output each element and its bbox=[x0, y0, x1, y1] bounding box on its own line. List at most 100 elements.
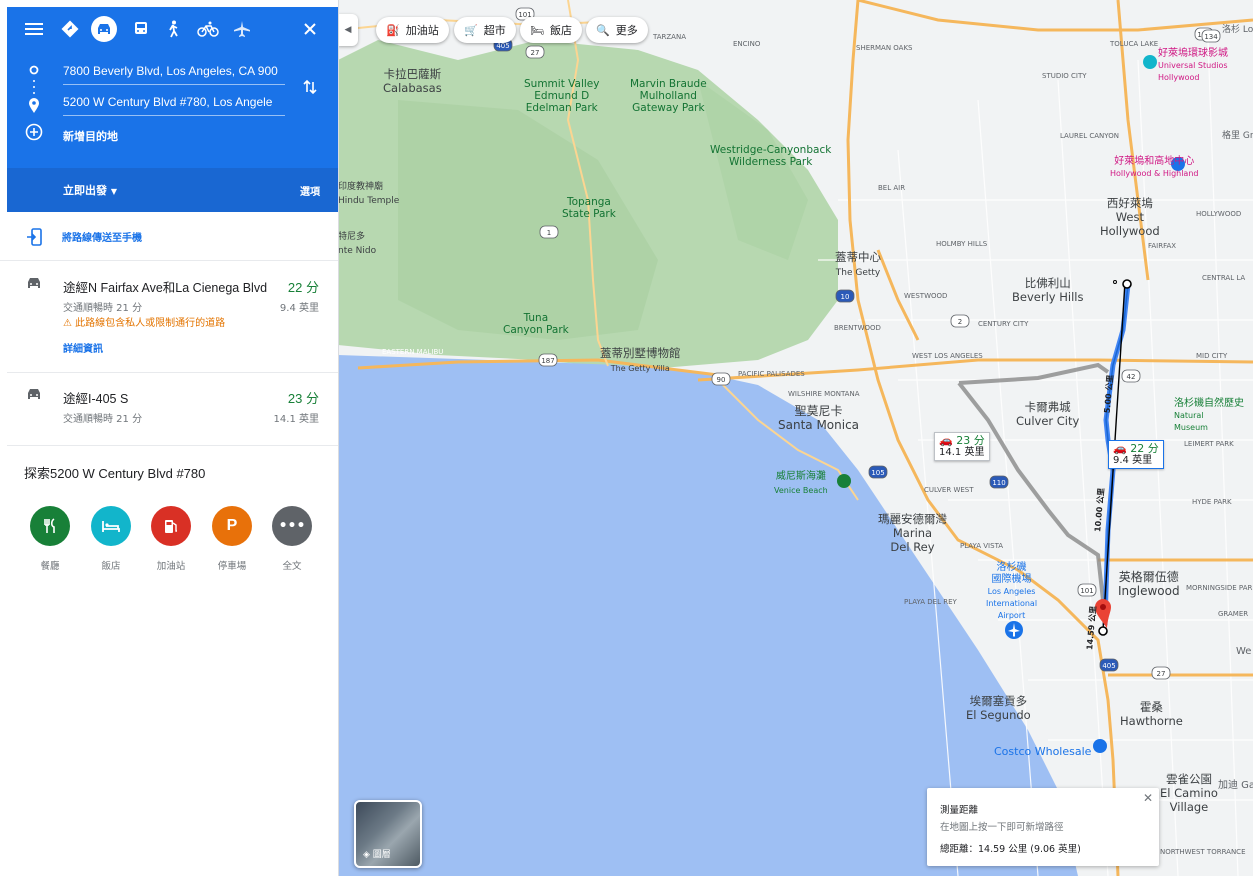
route-option-2[interactable]: 途經I-405 S 23 分 交通順暢時 21 分 14.1 英里 bbox=[7, 373, 338, 446]
chip-hotels[interactable]: 🛏 飯店 bbox=[520, 17, 582, 43]
map-label: 好萊塢和高地中心 Hollywood & Highland bbox=[1110, 156, 1199, 178]
route-details-link[interactable]: 詳細資訊 bbox=[63, 340, 103, 355]
send-to-phone-icon bbox=[27, 228, 42, 246]
map-label: HYDE PARK bbox=[1192, 498, 1232, 506]
map-label: EASTERN MALIBU bbox=[382, 348, 444, 356]
hotel-icon: 🛏 bbox=[530, 23, 544, 37]
route-distance: 14.1 英里 bbox=[273, 414, 319, 425]
maps-app: 7800 Beverly Blvd, Los Angeles, CA 900 5… bbox=[0, 0, 1253, 876]
leave-now-dropdown[interactable]: 立即出發 ▼ bbox=[63, 182, 117, 198]
map-label: 加迪 Gard bbox=[1218, 780, 1253, 791]
swap-icon[interactable] bbox=[303, 79, 317, 95]
explore-label: 飯店 bbox=[101, 561, 121, 572]
map-label: LAUREL CANYON bbox=[1060, 132, 1119, 140]
options-button[interactable]: 選項 bbox=[300, 183, 320, 198]
route-distance: 9.4 英里 bbox=[279, 303, 319, 314]
send-to-phone-row[interactable]: 將路線傳送至手機 bbox=[0, 212, 338, 261]
map-label: Marvin Braude Mulholland Gateway Park bbox=[630, 78, 707, 114]
highway-shield: 27 bbox=[1151, 666, 1171, 680]
map-label: 特尼多 nte Nido bbox=[338, 232, 377, 256]
chip-label: 飯店 bbox=[549, 24, 572, 37]
add-destination-link[interactable]: 新增目的地 bbox=[63, 128, 118, 144]
explore-gas-button[interactable]: 加油站 bbox=[151, 506, 191, 572]
route-time: 22 分 bbox=[287, 280, 319, 295]
callout-time: 23 分 bbox=[956, 434, 985, 447]
map-label: 卡爾弗城 Culver City bbox=[1016, 400, 1080, 428]
map-label: 英格爾伍德 Inglewood bbox=[1118, 570, 1180, 598]
map-label: BEL AIR bbox=[878, 184, 906, 192]
map-label: NORTHWEST TORRANCE bbox=[1160, 848, 1246, 856]
explore-title: 探索5200 W Century Blvd #780 bbox=[24, 466, 206, 481]
highway-shield: 405 bbox=[1099, 658, 1119, 672]
directions-panel: 7800 Beverly Blvd, Los Angeles, CA 900 5… bbox=[0, 0, 339, 876]
route-callout-alt[interactable]: 🚗 23 分 14.1 英里 bbox=[934, 432, 990, 461]
transit-icon[interactable] bbox=[128, 16, 154, 42]
map-label: Topanga State Park bbox=[562, 196, 616, 220]
highway-shield-label: 27 bbox=[1157, 670, 1166, 678]
map-label: 洛杉 Los bbox=[1222, 25, 1253, 35]
map-label: TOLUCA LAKE bbox=[1110, 40, 1159, 48]
add-destination-icon[interactable] bbox=[25, 123, 43, 141]
flight-icon[interactable] bbox=[229, 16, 255, 42]
highway-shield-label: 27 bbox=[531, 49, 540, 57]
close-icon[interactable]: ✕ bbox=[1143, 791, 1153, 805]
highway-shield: 10 bbox=[835, 289, 855, 303]
highway-shield: 90 bbox=[711, 372, 731, 386]
map-label: 卡拉巴薩斯 Calabasas bbox=[383, 67, 442, 95]
map-label: 威尼斯海灘 Venice Beach bbox=[774, 471, 828, 495]
map-canvas[interactable]: 101405271341102187904210511010140527134 … bbox=[338, 0, 1253, 876]
explore-restaurants-button[interactable]: 餐廳 bbox=[30, 506, 70, 572]
map-label: HOLMBY HILLS bbox=[936, 240, 988, 248]
map-label: FAIRFAX bbox=[1148, 242, 1177, 250]
chip-supermarkets[interactable]: 🛒 超市 bbox=[454, 17, 516, 43]
map-label: 印度教神廟 Hindu Temple bbox=[338, 182, 400, 206]
map-label: 蓋蒂中心 The Getty bbox=[835, 250, 881, 278]
more-icon: ••• bbox=[272, 506, 312, 546]
explore-hotels-button[interactable]: 飯店 bbox=[91, 506, 131, 572]
route-option-1[interactable]: 途經N Fairfax Ave和La Cienega Blvd 22 分 交通順… bbox=[7, 262, 338, 373]
highway-shield: 187 bbox=[538, 353, 558, 367]
highway-shield-label: 90 bbox=[717, 376, 726, 384]
map-label: 霍桑 Hawthorne bbox=[1120, 700, 1183, 728]
route-title: 途經N Fairfax Ave和La Cienega Blvd bbox=[63, 281, 268, 295]
map-label: TARZANA bbox=[653, 33, 686, 41]
walking-icon[interactable] bbox=[160, 16, 186, 42]
map-label: WEST LOS ANGELES bbox=[912, 352, 983, 360]
driving-icon[interactable] bbox=[91, 16, 117, 42]
layers-button[interactable]: ◈ 圖層 bbox=[354, 800, 422, 868]
route-callout-main[interactable]: 🚗 22 分 9.4 英里 bbox=[1108, 440, 1164, 469]
highway-shield-label: 105 bbox=[871, 469, 884, 477]
waypoint-icons bbox=[29, 65, 39, 113]
measure-title: 測量距離 bbox=[940, 805, 979, 816]
explore-label: 加油站 bbox=[156, 561, 186, 572]
car-icon bbox=[28, 278, 40, 288]
map-label: PLAYA VISTA bbox=[960, 542, 1004, 550]
map-label: 蓋蒂別墅博物館 The Getty Villa bbox=[600, 346, 681, 373]
explore-label: 全文 bbox=[282, 561, 302, 572]
chip-more[interactable]: 🔍 更多 bbox=[586, 17, 648, 43]
collapse-panel-button[interactable]: ◀ bbox=[338, 14, 358, 46]
layers-label: 圖層 bbox=[372, 850, 391, 860]
gas-station-icon: ⛽ bbox=[386, 23, 400, 37]
explore-label: 停車場 bbox=[217, 561, 247, 572]
map-label: Westridge-Canyonback Wilderness Park bbox=[710, 144, 832, 168]
explore-more-button[interactable]: ••• 全文 bbox=[272, 506, 312, 572]
destination-input[interactable]: 5200 W Century Blvd #780, Los Angele bbox=[63, 91, 285, 116]
origin-input[interactable]: 7800 Beverly Blvd, Los Angeles, CA 900 bbox=[63, 60, 285, 85]
chip-gas-stations[interactable]: ⛽ 加油站 bbox=[376, 17, 449, 43]
route-title: 途經I-405 S bbox=[63, 392, 129, 406]
depart-time-bar: 立即出發 ▼ 選項 bbox=[7, 168, 338, 212]
leave-now-label: 立即出發 bbox=[63, 184, 107, 197]
map-label: 格里 Griffi bbox=[1222, 131, 1253, 141]
map-label: STUDIO CITY bbox=[1042, 72, 1087, 80]
cycling-icon[interactable] bbox=[195, 16, 221, 42]
chip-label: 加油站 bbox=[405, 24, 439, 37]
menu-icon[interactable] bbox=[21, 16, 47, 42]
map-label: CENTRAL LA bbox=[1202, 274, 1246, 282]
map-label: Tuna Canyon Park bbox=[503, 312, 569, 336]
best-route-icon[interactable] bbox=[57, 16, 83, 42]
highway-shield: 2 bbox=[950, 314, 970, 328]
map-label: Costco Wholesale bbox=[994, 745, 1092, 758]
close-icon[interactable] bbox=[297, 16, 323, 42]
explore-parking-button[interactable]: P 停車場 bbox=[212, 506, 252, 572]
